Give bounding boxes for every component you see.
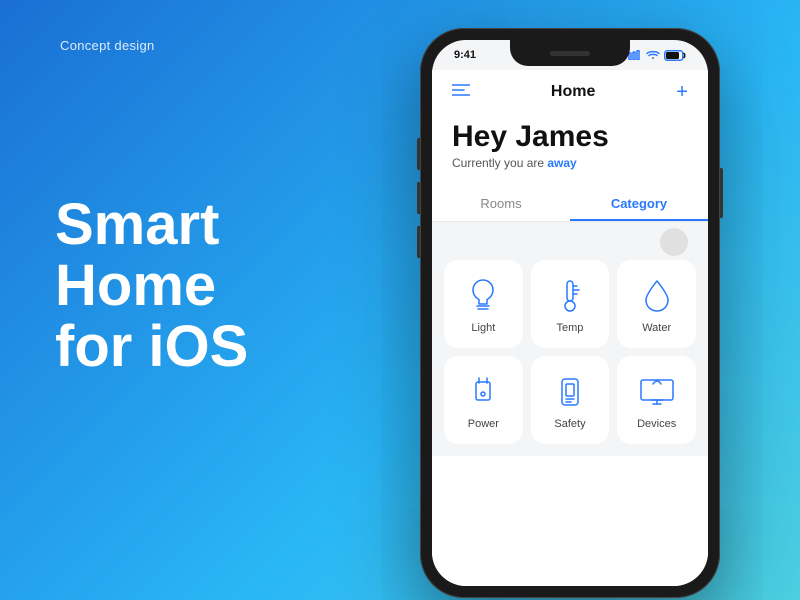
hero-line3: for iOS	[55, 317, 248, 378]
grid-item-power[interactable]: Power	[444, 356, 523, 444]
tab-active-indicator	[570, 219, 708, 221]
tab-category[interactable]: Category	[570, 186, 708, 221]
hero-text: Smart Home for iOS	[55, 195, 248, 378]
status-time: 9:41	[450, 49, 476, 61]
light-icon	[465, 278, 501, 314]
phone-screen: 9:41	[432, 40, 708, 586]
tab-rooms[interactable]: Rooms	[432, 186, 570, 221]
hero-line2: Home	[55, 256, 248, 317]
grid-label-safety: Safety	[554, 418, 585, 430]
safety-icon	[552, 374, 588, 410]
grid-label-devices: Devices	[637, 418, 676, 430]
devices-icon	[639, 374, 675, 410]
scroll-dot	[660, 228, 688, 256]
grid-item-safety[interactable]: Safety	[531, 356, 610, 444]
phone-shell: 9:41	[420, 28, 720, 598]
hero-line1: Smart	[55, 195, 248, 256]
add-icon[interactable]: +	[676, 82, 688, 102]
notch-speaker	[550, 51, 590, 56]
grid-label-water: Water	[642, 322, 671, 334]
greeting-section: Hey James Currently you are away	[432, 110, 708, 186]
grid-label-light: Light	[471, 322, 495, 334]
greeting-prefix: Currently you are	[452, 156, 547, 170]
greeting-away: away	[547, 156, 576, 170]
header-title: Home	[551, 83, 595, 101]
notch	[510, 40, 630, 66]
grid-item-water[interactable]: Water	[617, 260, 696, 348]
scroll-indicator-row	[432, 222, 708, 260]
hamburger-icon[interactable]	[452, 83, 470, 102]
grid-item-devices[interactable]: Devices	[617, 356, 696, 444]
category-grid: Light Temp	[432, 260, 708, 456]
concept-label: Concept design	[60, 38, 155, 53]
grid-label-temp: Temp	[557, 322, 584, 334]
tabs-container: Rooms Category	[432, 186, 708, 222]
power-icon	[465, 374, 501, 410]
status-icons	[628, 50, 690, 61]
greeting-status: Currently you are away	[452, 156, 688, 170]
water-icon	[639, 278, 675, 314]
grid-item-temp[interactable]: Temp	[531, 260, 610, 348]
grid-label-power: Power	[468, 418, 499, 430]
greeting-name: Hey James	[452, 120, 688, 153]
app-header: Home +	[432, 70, 708, 110]
temp-icon	[552, 278, 588, 314]
app-content: Home + Hey James Currently you are away …	[432, 70, 708, 586]
grid-item-light[interactable]: Light	[444, 260, 523, 348]
